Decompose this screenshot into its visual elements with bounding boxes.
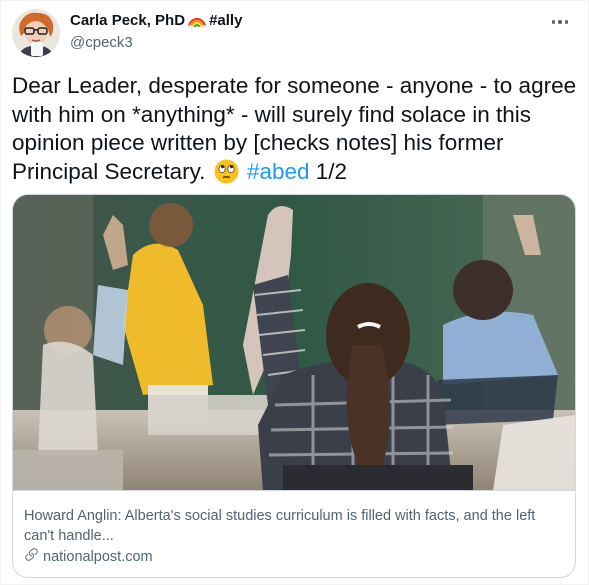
card-title[interactable]: Howard Anglin: Alberta's social studies … [24,506,564,546]
thread-count: 1/2 [315,158,348,184]
avatar[interactable] [12,9,60,57]
display-name[interactable]: Carla Peck, PhD #ally [70,12,242,29]
rainbow-emoji-icon [188,14,207,28]
name-hashtag: #ally [209,12,243,29]
author-handle[interactable]: @cpeck3 [70,34,133,51]
card-domain-text: nationalpost.com [43,548,153,565]
link-icon [24,547,39,566]
hashtag-link[interactable]: #abed [247,159,310,184]
rolling-eyes-emoji-icon [214,159,239,184]
tweet-text: Dear Leader, desperate for someone - any… [12,72,578,186]
tweet[interactable]: Carla Peck, PhD #ally @cpeck3 Dear Leade… [0,0,589,585]
author-name[interactable]: Carla Peck, PhD [70,12,185,29]
card-image[interactable] [13,195,575,491]
card-domain[interactable]: nationalpost.com [24,547,153,566]
more-options-icon[interactable] [546,10,574,34]
link-card[interactable]: Howard Anglin: Alberta's social studies … [12,194,576,578]
